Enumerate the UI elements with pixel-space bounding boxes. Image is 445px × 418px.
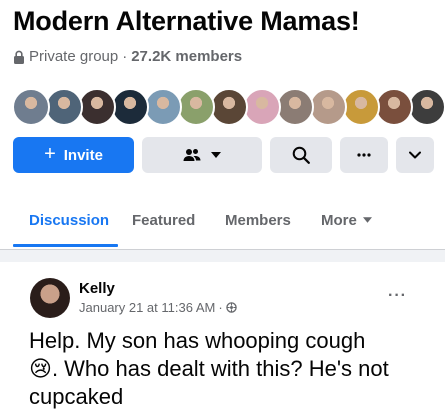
- joined-members-button[interactable]: [142, 137, 262, 173]
- member-avatars[interactable]: [12, 88, 445, 126]
- invite-label: Invite: [63, 146, 103, 164]
- member-avatar[interactable]: [78, 88, 116, 126]
- member-avatar[interactable]: [408, 88, 445, 126]
- search-icon: [292, 146, 310, 164]
- member-avatar[interactable]: [243, 88, 281, 126]
- member-avatar[interactable]: [45, 88, 83, 126]
- member-avatar[interactable]: [342, 88, 380, 126]
- member-avatar[interactable]: [276, 88, 314, 126]
- tab-more-label: More: [321, 211, 357, 229]
- caret-down-icon: [211, 152, 221, 158]
- member-avatar[interactable]: [375, 88, 413, 126]
- audience-icon: [225, 302, 237, 313]
- post-body: Help. My son has whooping cough 😢. Who h…: [29, 327, 409, 411]
- people-icon: [183, 149, 201, 161]
- member-avatar[interactable]: [12, 88, 50, 126]
- member-count[interactable]: 27.2K members: [131, 48, 242, 65]
- active-tab-indicator: [13, 244, 118, 247]
- tab-members[interactable]: Members: [225, 195, 291, 245]
- meta-separator: ·: [122, 48, 128, 65]
- action-bar: + Invite: [13, 137, 434, 173]
- collapse-button[interactable]: [396, 137, 434, 173]
- invite-button[interactable]: + Invite: [13, 137, 134, 173]
- post-options-icon[interactable]: ···: [388, 287, 407, 305]
- caret-down-icon: [362, 217, 372, 223]
- post-text-line2: . Who has dealt with this? He's not cupc…: [29, 356, 389, 409]
- post-text-line1: Help. My son has whooping cough: [29, 328, 366, 353]
- member-avatar[interactable]: [144, 88, 182, 126]
- post-card: Kelly January 21 at 11:36 AM · ··· Help.…: [12, 265, 433, 418]
- crying-emoji-icon: 😢: [29, 356, 52, 381]
- more-options-button[interactable]: [340, 137, 388, 173]
- lock-icon: [14, 50, 24, 64]
- plus-icon: +: [44, 143, 56, 165]
- timestamp-separator: ·: [218, 300, 223, 315]
- post-author[interactable]: Kelly: [79, 280, 115, 297]
- feed-background: [0, 250, 445, 262]
- author-avatar[interactable]: [30, 278, 70, 318]
- member-avatar[interactable]: [210, 88, 248, 126]
- privacy-label: Private group: [29, 48, 119, 65]
- tab-more[interactable]: More: [321, 195, 372, 245]
- chevron-down-icon: [409, 151, 421, 159]
- group-title[interactable]: Modern Alternative Mamas!: [13, 6, 360, 37]
- tab-featured[interactable]: Featured: [132, 195, 195, 245]
- tab-discussion[interactable]: Discussion: [29, 195, 109, 245]
- search-button[interactable]: [270, 137, 332, 173]
- member-avatar[interactable]: [111, 88, 149, 126]
- post-timestamp[interactable]: January 21 at 11:36 AM: [79, 300, 215, 315]
- group-tabs: Discussion Featured Members More: [13, 195, 433, 249]
- member-avatar[interactable]: [309, 88, 347, 126]
- group-meta: Private group · 27.2K members: [13, 48, 242, 65]
- ellipsis-icon: [357, 153, 371, 157]
- member-avatar[interactable]: [177, 88, 215, 126]
- post-timestamp-row: January 21 at 11:36 AM ·: [79, 300, 237, 315]
